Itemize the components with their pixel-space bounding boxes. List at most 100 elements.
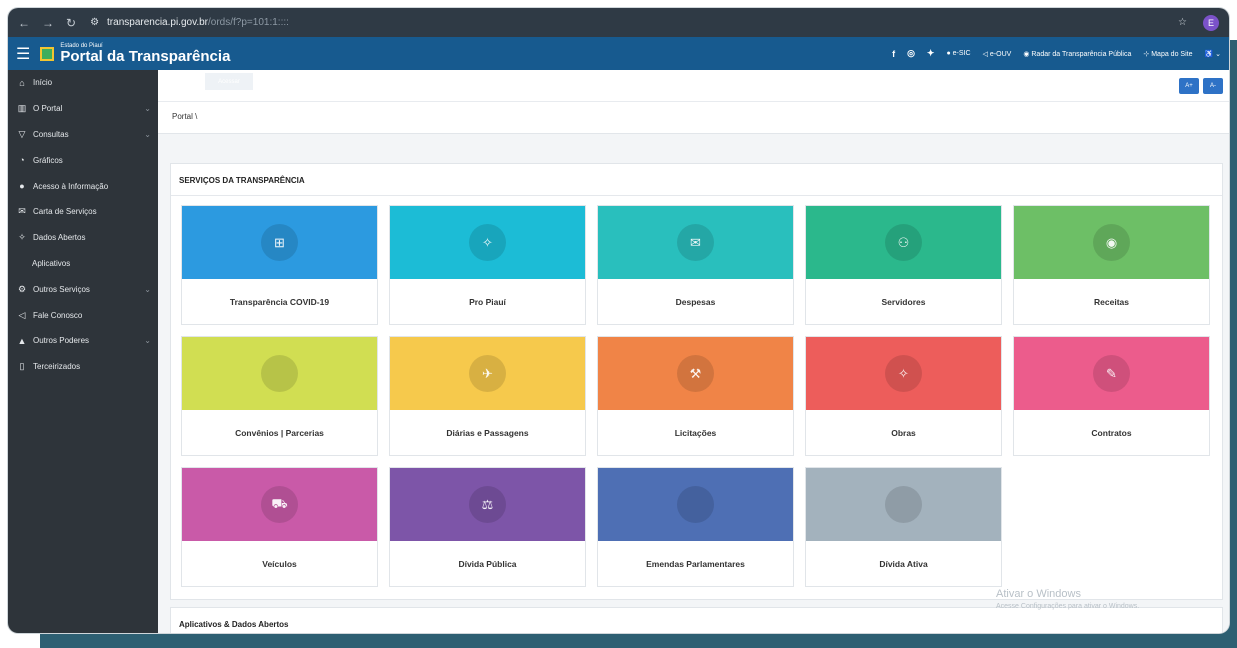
tile-banner: ⚖	[390, 468, 585, 541]
sidebar-item-inicio[interactable]: ⌂ Início	[8, 70, 158, 96]
header-links: f ◎ ✦ ● e-SIC ◁ e-OUV ◉ Radar da Transpa…	[892, 48, 1221, 59]
tile-label: Despesas	[675, 296, 716, 307]
sidebar-item-o-portal[interactable]: ▥ O Portal ⌄	[8, 96, 158, 122]
sidebar-item-carta-servicos[interactable]: ✉ Carta de Serviços	[8, 199, 158, 225]
chevron-down-icon: ⌄	[144, 104, 151, 114]
info-icon: ●	[19, 181, 25, 192]
back-arrow-icon[interactable]: ←	[18, 16, 30, 30]
site-logo[interactable]: Estado do Piauí Portal da Transparência	[60, 43, 230, 64]
profile-avatar[interactable]: E	[1203, 14, 1219, 31]
service-tile[interactable]: ✧ Pro Piauí	[389, 205, 586, 325]
service-tile[interactable]: Emendas Parlamentares	[597, 467, 794, 587]
font-increase-button[interactable]: A+	[1179, 78, 1199, 94]
radar-icon: ◉	[1023, 50, 1030, 58]
address-bar[interactable]: ⚙ transparencia.pi.gov.br/ords/f?p=101:1…	[90, 17, 289, 28]
tile-banner: ⛟	[182, 468, 377, 541]
sidebar-item-dados-abertos[interactable]: ✧ Dados Abertos	[8, 225, 158, 251]
car-icon: ⛟	[261, 486, 298, 523]
tile-banner: ⚇	[806, 206, 1001, 279]
sidebar-item-acesso-informacao[interactable]: ● Acesso à Informação	[8, 173, 158, 199]
info-icon: ●	[946, 50, 951, 57]
envelope-icon: ✉	[677, 224, 714, 261]
sidebar-item-terceirizados[interactable]: ▯ Terceirizados	[8, 354, 158, 380]
tile-label: Dívida Ativa	[879, 558, 928, 569]
tile-label: Licitações	[674, 427, 717, 438]
site-settings-icon[interactable]: ⚙	[90, 17, 99, 28]
tile-banner: ✎	[1014, 337, 1209, 410]
apps-title: Aplicativos & Dados Abertos	[179, 620, 289, 629]
chart-icon: ◔	[19, 155, 25, 166]
main-content: Acessar A+ A- Portal \ SERVIÇOS DA TRANS…	[158, 70, 1229, 633]
watermark-line2: Acesse Configurações para ativar o Windo…	[996, 603, 1140, 610]
breadcrumb-portal[interactable]: Portal	[172, 112, 193, 121]
tile-label: Emendas Parlamentares	[646, 558, 745, 569]
tile-banner: ◉	[1014, 206, 1209, 279]
blank-icon	[677, 486, 714, 523]
puzzle-icon: ✧	[469, 224, 506, 261]
accessibility-icon[interactable]: ♿ ⌄	[1204, 50, 1221, 58]
puzzle-icon: ✧	[18, 232, 26, 243]
radar-link[interactable]: ◉ Radar da Transparência Pública	[1023, 50, 1131, 58]
services-title: SERVIÇOS DA TRANSPARÊNCIA	[171, 164, 1222, 196]
building-icon: ▲	[17, 335, 27, 346]
chevron-down-icon: ⌄	[144, 336, 151, 346]
service-tile[interactable]: ⚇ Servidores	[805, 205, 1002, 325]
breadcrumb: Portal \	[158, 101, 1229, 134]
bank-icon: ▥	[17, 103, 27, 114]
reload-icon[interactable]: ↻	[66, 16, 76, 30]
forward-arrow-icon[interactable]: →	[42, 16, 54, 30]
acessar-button[interactable]: Acessar	[205, 73, 253, 90]
sitemap-link[interactable]: ⊹ Mapa do Site	[1143, 50, 1192, 58]
blank-icon	[885, 486, 922, 523]
sidebar-item-fale-conosco[interactable]: ◁ Fale Conosco	[8, 302, 158, 328]
service-tile[interactable]: ⚖ Dívida Pública	[389, 467, 586, 587]
eouv-link[interactable]: ◁ e-OUV	[983, 50, 1012, 58]
puzzle-icon: ✧	[885, 355, 922, 392]
service-tile[interactable]: Dívida Ativa	[805, 467, 1002, 587]
esic-link[interactable]: ● e-SIC	[946, 50, 970, 57]
instagram-icon[interactable]: ◎	[907, 48, 915, 59]
service-tile[interactable]: ⊞ Transparência COVID-19	[181, 205, 378, 325]
tile-label: Receitas	[1094, 296, 1129, 307]
sidebar-item-aplicativos[interactable]: Aplicativos	[8, 251, 158, 277]
sitemap-icon: ⊹	[1143, 50, 1150, 58]
chevron-down-icon: ⌄	[144, 284, 151, 294]
service-tile[interactable]: Convênios | Parcerias	[181, 336, 378, 456]
edit-icon: ✎	[1093, 355, 1130, 392]
service-tile[interactable]: ⛟ Veículos	[181, 467, 378, 587]
megaphone-icon: ◁	[18, 309, 26, 320]
browser-actions: ☆ E	[1178, 14, 1219, 31]
tile-label: Obras	[891, 427, 916, 438]
menu-icon[interactable]: ☰	[16, 44, 30, 64]
service-tile[interactable]: ✈ Diárias e Passagens	[389, 336, 586, 456]
sidebar: ⌂ Início ▥ O Portal ⌄ ▽ Consultas ⌄ ◔ Gráficos…	[8, 70, 158, 633]
sidebar-item-consultas[interactable]: ▽ Consultas ⌄	[8, 122, 158, 148]
sidebar-item-outros-servicos[interactable]: ⚙ Outros Serviços ⌄	[8, 276, 158, 302]
url-host: transparencia.pi.gov.br	[107, 17, 209, 28]
scale-icon: ⚖	[469, 486, 506, 523]
tile-banner: ✧	[806, 337, 1001, 410]
twitter-icon[interactable]: ✦	[927, 48, 935, 59]
tile-label: Pro Piauí	[469, 296, 506, 307]
apps-card: Aplicativos & Dados Abertos	[170, 607, 1223, 633]
browser-window: ← → ↻ ⚙ transparencia.pi.gov.br/ords/f?p…	[8, 8, 1229, 633]
services-card: SERVIÇOS DA TRANSPARÊNCIA ⊞ Transparência…	[170, 163, 1223, 600]
sidebar-item-graficos[interactable]: ◔ Gráficos	[8, 147, 158, 173]
tile-label: Convênios | Parcerias	[235, 427, 324, 438]
service-tile[interactable]: ⚒ Licitações	[597, 336, 794, 456]
service-tile[interactable]: ✎ Contratos	[1013, 336, 1210, 456]
service-tile[interactable]: ✉ Despesas	[597, 205, 794, 325]
tile-label: Contratos	[1091, 427, 1132, 438]
browser-toolbar: ← → ↻ ⚙ transparencia.pi.gov.br/ords/f?p…	[8, 8, 1229, 37]
chevron-down-icon: ⌄	[144, 129, 151, 139]
tile-label: Veículos	[262, 558, 297, 569]
home-icon: ⌂	[19, 77, 25, 88]
star-icon[interactable]: ☆	[1178, 17, 1187, 28]
service-tile[interactable]: ✧ Obras	[805, 336, 1002, 456]
font-decrease-button[interactable]: A-	[1203, 78, 1223, 94]
state-flag-icon	[40, 46, 55, 61]
facebook-icon[interactable]: f	[892, 49, 895, 59]
sidebar-item-outros-poderes[interactable]: ▲ Outros Poderes ⌄	[8, 328, 158, 354]
service-tile[interactable]: ◉ Receitas	[1013, 205, 1210, 325]
tile-label: Dívida Pública	[458, 558, 517, 569]
